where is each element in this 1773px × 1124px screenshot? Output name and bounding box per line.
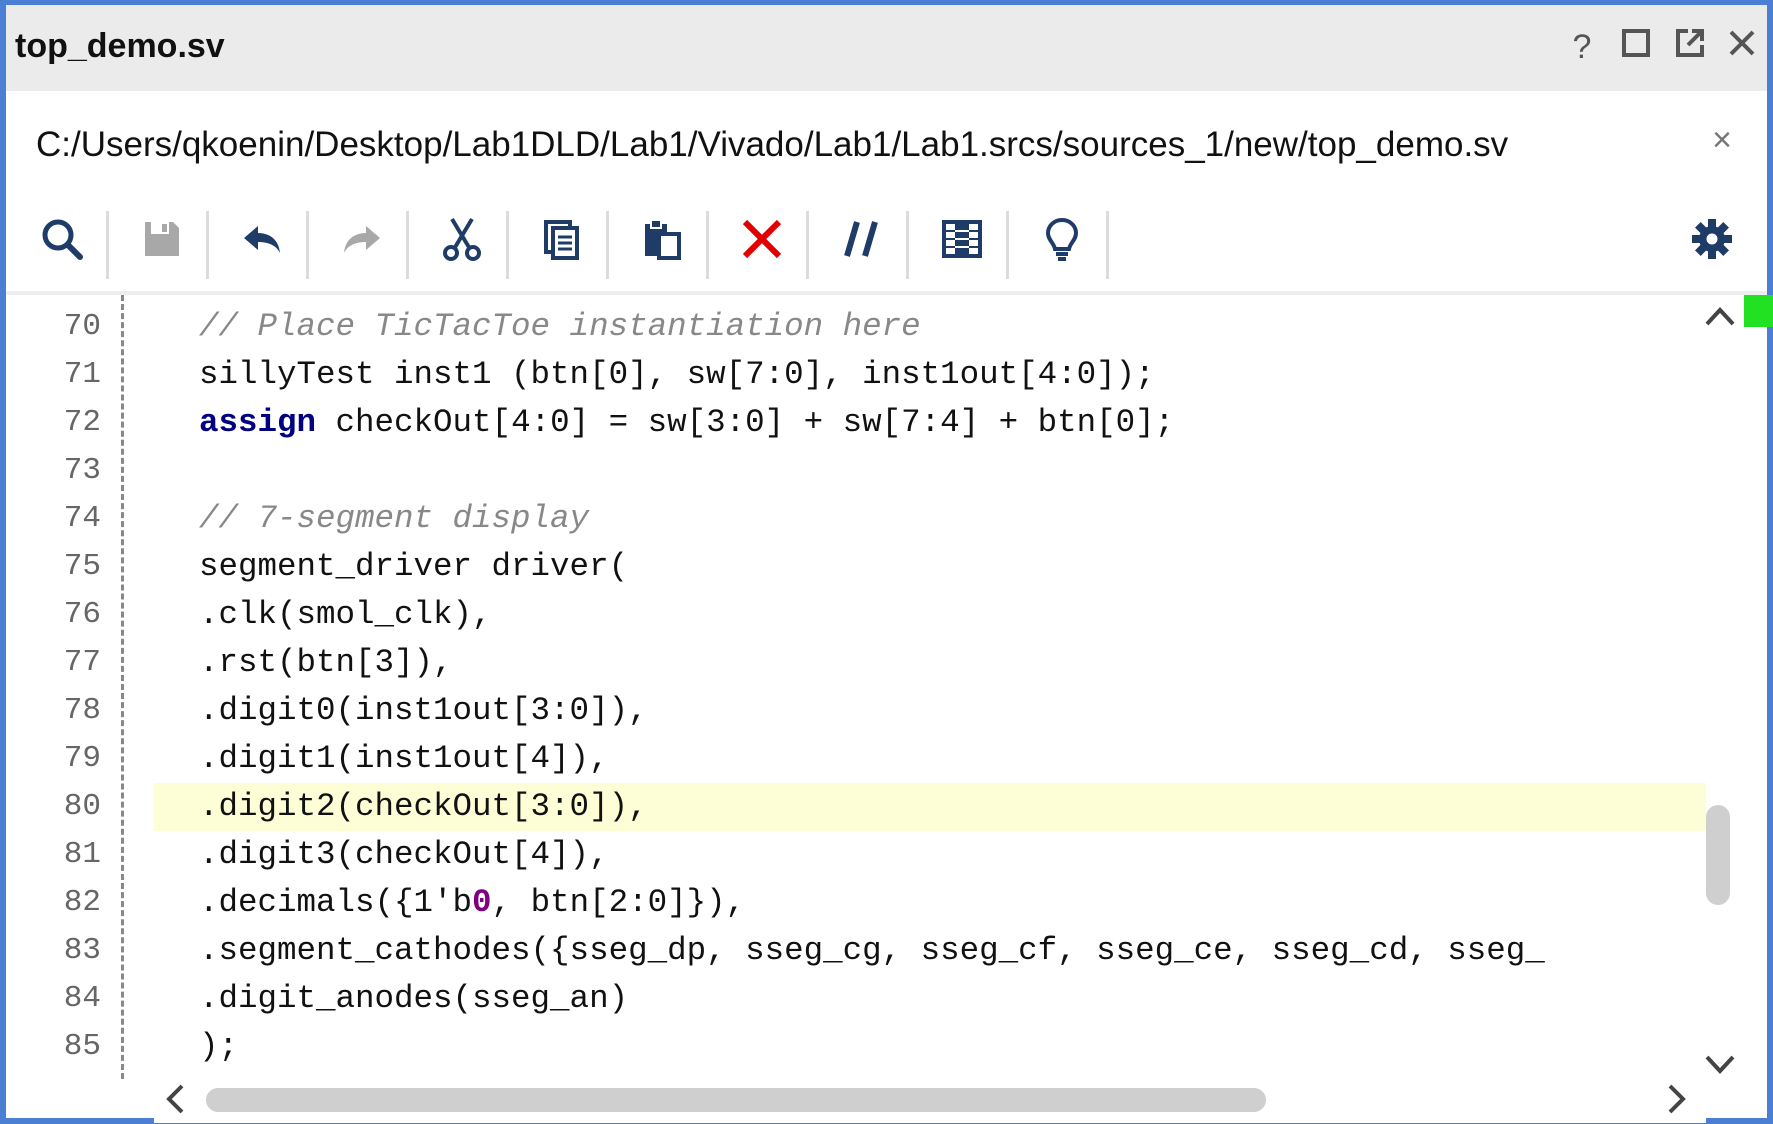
- code-line: 82 .decimals({1'b0, btn[2:0]}),: [6, 879, 1706, 927]
- code-line-current: 80 .digit2(checkOut[3:0]),: [6, 783, 1706, 831]
- scroll-up-icon[interactable]: [1704, 297, 1736, 336]
- maximize-icon[interactable]: [1616, 27, 1656, 67]
- line-number: 70: [63, 309, 101, 344]
- line-number: 85: [63, 1029, 101, 1064]
- code-line: 70 // Place TicTacToe instantiation here: [6, 303, 1706, 351]
- code-text: .digit0(inst1out[3:0]),: [199, 692, 648, 729]
- code-line: 79 .digit1(inst1out[4]),: [6, 735, 1706, 783]
- code-line: 74 // 7-segment display: [6, 495, 1706, 543]
- cut-icon[interactable]: [432, 207, 492, 271]
- lightbulb-icon[interactable]: [1032, 207, 1092, 271]
- code-line: 71 sillyTest inst1 (btn[0], sw[7:0], ins…: [6, 351, 1706, 399]
- code-text: // Place TicTacToe instantiation here: [199, 308, 921, 345]
- delete-icon[interactable]: [732, 207, 792, 271]
- toolbar-separator: [706, 211, 709, 279]
- code-text: .clk(smol_clk),: [199, 596, 492, 633]
- vertical-scroll-thumb[interactable]: [1706, 805, 1730, 905]
- save-icon[interactable]: [132, 207, 192, 271]
- toolbar-separator: [306, 211, 309, 279]
- code-text: .digit1(inst1out[4]),: [199, 740, 609, 777]
- window-title: top_demo.sv: [15, 27, 225, 65]
- editor-window: top_demo.sv ? C:/Users/qkoenin/Desktop/L…: [0, 0, 1773, 1124]
- redo-icon[interactable]: [332, 207, 392, 271]
- close-icon[interactable]: [1722, 27, 1762, 67]
- block-select-icon[interactable]: [932, 207, 992, 271]
- code-line: 77 .rst(btn[3]),: [6, 639, 1706, 687]
- comment-icon[interactable]: [832, 207, 892, 271]
- toolbar-separator: [906, 211, 909, 279]
- line-number: 84: [63, 981, 101, 1016]
- code-text: // 7-segment display: [199, 500, 590, 537]
- editor-toolbar: [6, 199, 1767, 295]
- title-bar: top_demo.sv ?: [6, 5, 1767, 91]
- scroll-down-icon[interactable]: [1704, 1045, 1736, 1084]
- vertical-scrollbar[interactable]: [1706, 295, 1741, 1079]
- line-number: 72: [63, 405, 101, 440]
- code-text: .decimals({1'b0, btn[2:0]}),: [199, 884, 746, 921]
- code-text: assign checkOut[4:0] = sw[3:0] + sw[7:4]…: [199, 404, 1175, 441]
- search-icon[interactable]: [32, 207, 92, 271]
- gear-icon[interactable]: [1682, 207, 1742, 271]
- toolbar-separator: [106, 211, 109, 279]
- code-line: 72 assign checkOut[4:0] = sw[3:0] + sw[7…: [6, 399, 1706, 447]
- help-icon[interactable]: ?: [1562, 27, 1602, 67]
- code-text: .rst(btn[3]),: [199, 644, 453, 681]
- code-editor[interactable]: 70 // Place TicTacToe instantiation here…: [6, 295, 1706, 1079]
- code-text: segment_driver driver(: [199, 548, 629, 585]
- line-number: 74: [63, 501, 101, 536]
- line-number: 76: [63, 597, 101, 632]
- scroll-right-icon[interactable]: [1666, 1083, 1688, 1124]
- code-line: 76 .clk(smol_clk),: [6, 591, 1706, 639]
- code-line: 78 .digit0(inst1out[3:0]),: [6, 687, 1706, 735]
- keyword: assign: [199, 404, 317, 441]
- toolbar-separator: [506, 211, 509, 279]
- line-number: 77: [63, 645, 101, 680]
- code-text: .digit2(checkOut[3:0]),: [154, 783, 1706, 831]
- code-line: 83 .segment_cathodes({sseg_dp, sseg_cg, …: [6, 927, 1706, 975]
- number-literal: 0: [472, 884, 492, 921]
- path-close-icon[interactable]: ×: [1712, 121, 1732, 160]
- line-number: 71: [63, 357, 101, 392]
- status-marker: [1744, 295, 1773, 327]
- code-text: sillyTest inst1 (btn[0], sw[7:0], inst1o…: [199, 356, 1155, 393]
- line-number: 73: [63, 453, 101, 488]
- toolbar-separator: [806, 211, 809, 279]
- code-line: 81 .digit3(checkOut[4]),: [6, 831, 1706, 879]
- line-number: 83: [63, 933, 101, 968]
- undo-icon[interactable]: [232, 207, 292, 271]
- file-path: C:/Users/qkoenin/Desktop/Lab1DLD/Lab1/Vi…: [36, 125, 1509, 164]
- horizontal-scroll-thumb[interactable]: [206, 1088, 1266, 1112]
- line-number: 80: [63, 789, 101, 824]
- line-number: 79: [63, 741, 101, 776]
- code-text: .digit_anodes(sseg_an): [199, 980, 629, 1017]
- toolbar-separator: [206, 211, 209, 279]
- copy-icon[interactable]: [532, 207, 592, 271]
- code-text: .digit3(checkOut[4]),: [199, 836, 609, 873]
- toolbar-separator: [606, 211, 609, 279]
- code-line: 84 .digit_anodes(sseg_an): [6, 975, 1706, 1023]
- toolbar-separator: [1106, 211, 1109, 279]
- line-number: 78: [63, 693, 101, 728]
- toolbar-separator: [406, 211, 409, 279]
- line-number: 81: [63, 837, 101, 872]
- code-line: 73: [6, 447, 1706, 495]
- popout-icon[interactable]: [1670, 27, 1710, 67]
- scroll-left-icon[interactable]: [164, 1083, 186, 1124]
- code-text: .segment_cathodes({sseg_dp, sseg_cg, sse…: [199, 932, 1545, 969]
- code-text: );: [199, 1028, 239, 1065]
- code-line: 75 segment_driver driver(: [6, 543, 1706, 591]
- code-line: 85 );: [6, 1023, 1706, 1071]
- line-number: 82: [63, 885, 101, 920]
- toolbar-separator: [1006, 211, 1009, 279]
- line-number: 75: [63, 549, 101, 584]
- paste-icon[interactable]: [632, 207, 692, 271]
- file-path-bar: C:/Users/qkoenin/Desktop/Lab1DLD/Lab1/Vi…: [6, 91, 1767, 199]
